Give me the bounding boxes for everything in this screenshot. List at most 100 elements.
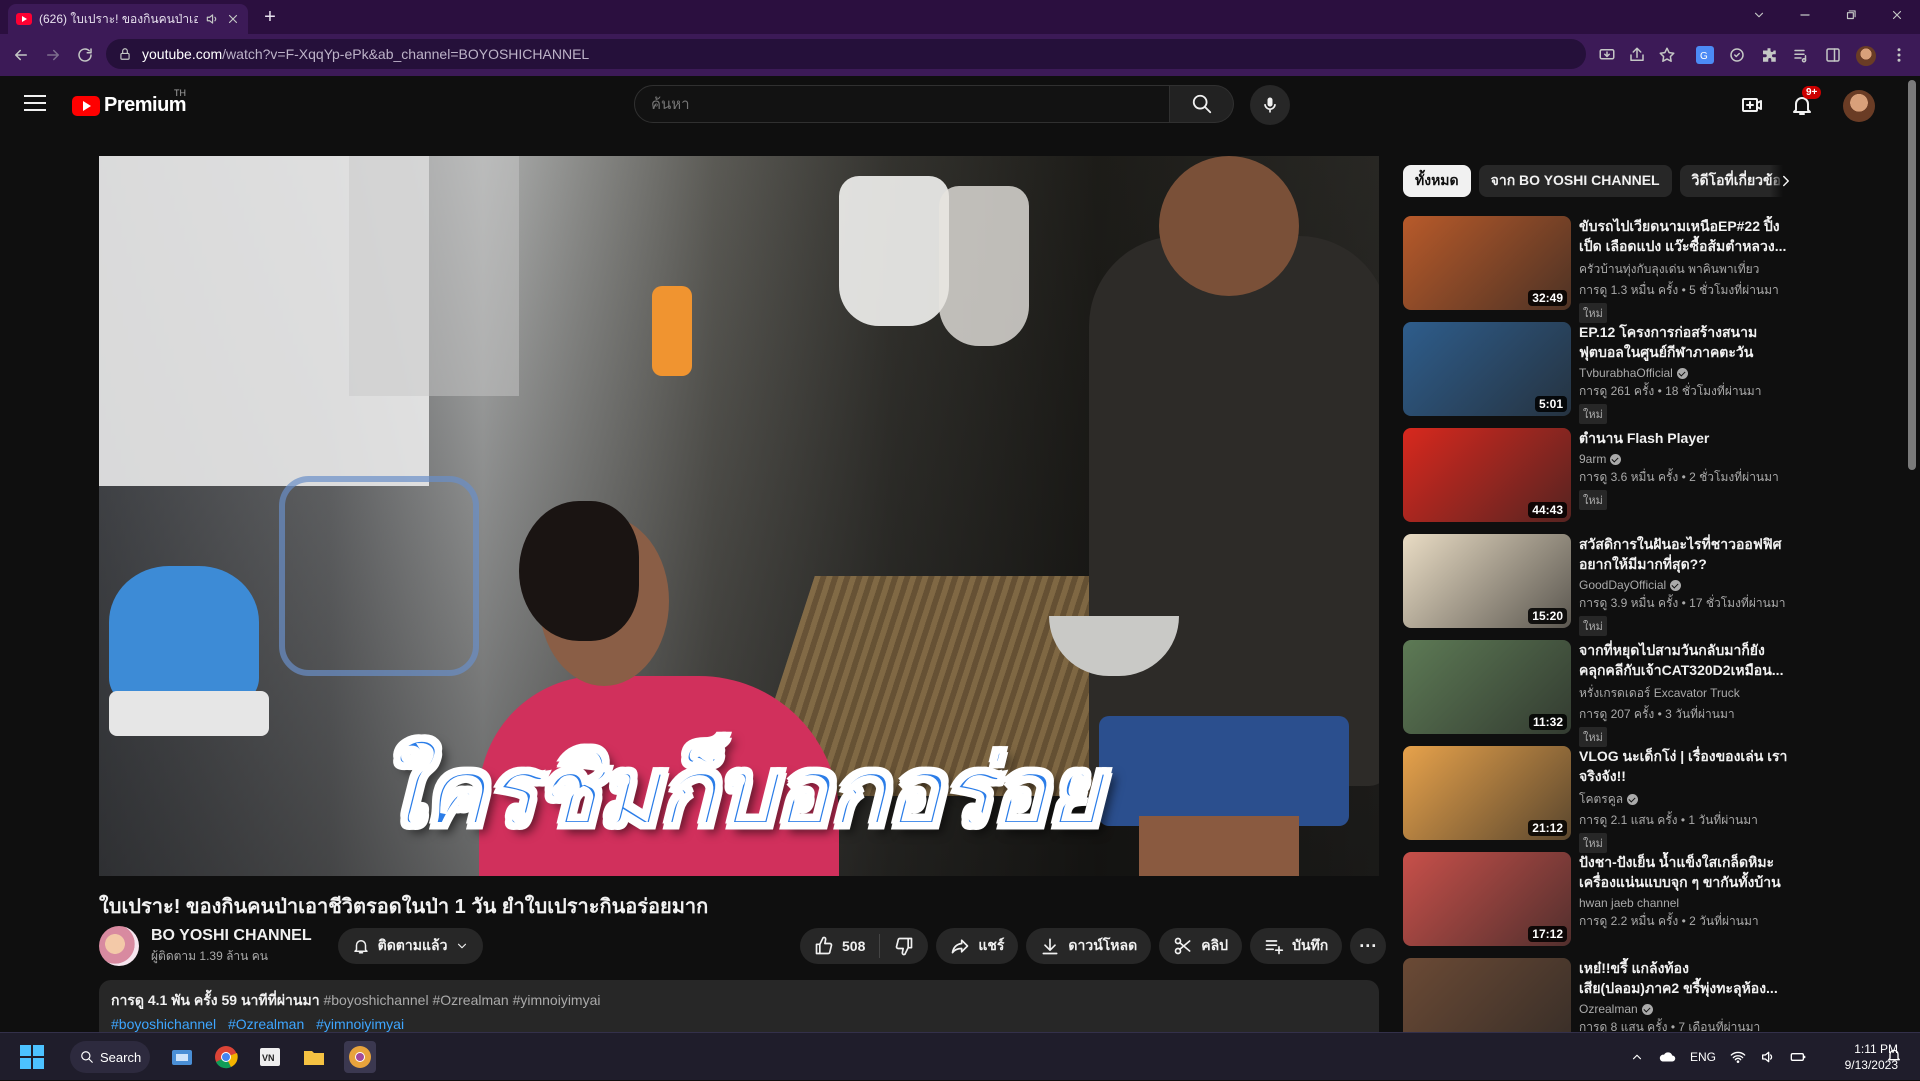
address-bar[interactable]: youtube.com/watch?v=F-XqqYp-ePk&ab_chann… <box>106 39 1586 69</box>
chevron-up-icon[interactable] <box>1630 1050 1644 1064</box>
recommendation-title[interactable]: ขับรถไปเวียดนามเหนือEP#22 ปิ้งเป็ด เลือด… <box>1579 216 1789 256</box>
side-panel-icon[interactable] <box>1824 46 1842 64</box>
reload-button[interactable] <box>74 44 96 66</box>
media-control-icon[interactable] <box>1792 46 1810 64</box>
download-button[interactable]: ดาวน์โหลด <box>1026 928 1152 964</box>
recommendations-list: 32:49 ขับรถไปเวียดนามเหนือEP#22 ปิ้งเป็ด … <box>1403 216 1803 1064</box>
video-thumbnail[interactable]: 5:01 <box>1403 322 1571 416</box>
video-duration: 32:49 <box>1528 290 1567 306</box>
volume-icon[interactable] <box>1760 1049 1776 1065</box>
restore-button[interactable] <box>1828 0 1874 30</box>
forward-button[interactable] <box>42 44 64 66</box>
hamburger-menu-icon[interactable] <box>24 94 46 112</box>
hashtag-link[interactable]: #boyoshichannel <box>111 1016 216 1032</box>
taskbar-search[interactable]: Search <box>70 1041 150 1073</box>
channel-owner-row: BO YOSHI CHANNEL ผู้ติดตาม 1.39 ล้าน คน … <box>99 926 484 966</box>
video-thumbnail[interactable]: 32:49 <box>1403 216 1571 310</box>
recommendation-channel[interactable]: hwan jaeb channel <box>1579 896 1789 910</box>
recommendation-title[interactable]: EP.12 โครงการก่อสร้างสนามฟุตบอลในศูนย์กี… <box>1579 322 1789 362</box>
recommendation-channel[interactable]: GoodDayOfficial <box>1579 578 1789 592</box>
browser-tab[interactable]: (626) ใบเปราะ! ของกินคนป่าเอาชีวิ <box>8 4 248 34</box>
video-thumbnail[interactable]: 21:12 <box>1403 746 1571 840</box>
file-explorer-app-icon[interactable] <box>298 1041 330 1073</box>
search-button[interactable] <box>1170 85 1234 123</box>
recommendation-title[interactable]: สวัสดิการในฝันอะไรที่ชาวออฟฟิศอยากให้มีม… <box>1579 534 1789 574</box>
chevron-right-icon[interactable] <box>1770 165 1802 197</box>
store-app-icon[interactable] <box>166 1041 198 1073</box>
recommendation-channel[interactable]: 9arm <box>1579 452 1789 466</box>
clip-button[interactable]: คลิป <box>1159 928 1243 964</box>
recommendation-item[interactable]: 17:12 ปังชา-ปังเย็น น้ำแข็งใสเกล็ดหิมะ เค… <box>1403 852 1803 950</box>
recommendation-item[interactable]: 11:32 จากที่หยุดไปสามวันกลับมาก็ยังคลุกคล… <box>1403 640 1803 747</box>
like-button[interactable]: 508 <box>800 934 881 958</box>
extension-icon[interactable] <box>1728 46 1746 64</box>
recommendation-channel[interactable]: โคตรคูล <box>1579 790 1789 809</box>
video-thumbnail[interactable]: 11:32 <box>1403 640 1571 734</box>
description-box[interactable]: การดู 4.1 พัน ครั้ง 59 นาทีที่ผ่านมา #bo… <box>99 980 1379 1032</box>
video-thumbnail[interactable]: 15:20 <box>1403 534 1571 628</box>
recommendation-title[interactable]: เหย๋!!ขรี้ แกล้งท้องเสีย(ปลอม)ภาค2 ขรี้พ… <box>1579 958 1789 998</box>
youtube-premium-logo[interactable]: Premium TH <box>72 88 187 117</box>
onedrive-icon[interactable] <box>1658 1048 1676 1066</box>
video-thumbnail[interactable]: 17:12 <box>1403 852 1571 946</box>
browser-menu-icon[interactable] <box>1890 46 1908 64</box>
battery-icon[interactable] <box>1790 1049 1806 1065</box>
recommendation-item[interactable]: 5:01 EP.12 โครงการก่อสร้างสนามฟุตบอลในศูน… <box>1403 322 1803 424</box>
close-tab-icon[interactable] <box>226 12 240 26</box>
share-button[interactable]: แชร์ <box>936 928 1019 964</box>
speaker-icon[interactable] <box>205 12 219 26</box>
lock-icon[interactable] <box>118 47 132 61</box>
recommendation-item[interactable]: 44:43 ตำนาน Flash Player 9arm การดู 3.6 หมื… <box>1403 428 1803 526</box>
media-player-app-icon[interactable]: VN <box>254 1041 286 1073</box>
system-tray: ENG <box>1630 1033 1806 1081</box>
recommendation-item[interactable]: 32:49 ขับรถไปเวียดนามเหนือEP#22 ปิ้งเป็ด … <box>1403 216 1803 323</box>
recommendation-item[interactable]: 21:12 VLOG นะเด็กโง่ | เรื่องของเล่น เราจ… <box>1403 746 1803 853</box>
minimize-button[interactable] <box>1782 0 1828 30</box>
channel-avatar[interactable] <box>99 926 139 966</box>
save-button[interactable]: บันทึก <box>1250 928 1343 964</box>
chrome-app-icon[interactable] <box>210 1041 242 1073</box>
back-button[interactable] <box>10 44 32 66</box>
search-input[interactable] <box>634 85 1170 123</box>
voice-search-button[interactable] <box>1250 85 1290 125</box>
puzzle-extensions-icon[interactable] <box>1760 46 1778 64</box>
more-actions-button[interactable]: ··· <box>1350 928 1387 964</box>
dislike-button[interactable] <box>880 936 928 956</box>
chip-all[interactable]: ทั้งหมด <box>1403 165 1471 197</box>
recommendation-channel[interactable]: TvburabhaOfficial <box>1579 366 1789 380</box>
video-player[interactable]: ใครชิมก็บอกอร่อย <box>99 156 1379 876</box>
recommendation-title[interactable]: ตำนาน Flash Player <box>1579 428 1789 448</box>
video-thumbnail[interactable]: 44:43 <box>1403 428 1571 522</box>
chrome-canary-app-icon[interactable] <box>344 1041 376 1073</box>
recommendation-title[interactable]: จากที่หยุดไปสามวันกลับมาก็ยังคลุกคลีกับเ… <box>1579 640 1789 680</box>
hashtag-link[interactable]: #Ozrealman <box>228 1016 304 1032</box>
share-page-icon[interactable] <box>1628 46 1646 64</box>
chip-from-channel[interactable]: จาก BO YOSHI CHANNEL <box>1478 165 1672 197</box>
translate-extension-icon[interactable]: G <box>1696 46 1714 64</box>
account-avatar[interactable] <box>1843 90 1875 122</box>
new-tab-button[interactable]: + <box>258 6 282 30</box>
tab-search-icon[interactable] <box>1736 0 1782 30</box>
search-box <box>634 85 1234 123</box>
bookmark-star-icon[interactable] <box>1658 46 1676 64</box>
close-window-button[interactable] <box>1874 0 1920 30</box>
recommendation-title[interactable]: ปังชา-ปังเย็น น้ำแข็งใสเกล็ดหิมะ เครื่อง… <box>1579 852 1789 892</box>
hashtag-link[interactable]: #yimnoiyimyai <box>316 1016 404 1032</box>
recommendation-item[interactable]: 15:20 สวัสดิการในฝันอะไรที่ชาวออฟฟิศอยากใ… <box>1403 534 1803 636</box>
new-badge: ใหม่ <box>1579 727 1607 747</box>
install-app-icon[interactable] <box>1598 46 1616 64</box>
recommendation-channel[interactable]: Ozrealman <box>1579 1002 1789 1016</box>
language-indicator[interactable]: ENG <box>1690 1050 1716 1064</box>
recommendation-channel[interactable]: ครัวบ้านทุ่งกับลุงเด่น พาคินพาเที่ยว <box>1579 260 1789 279</box>
profile-avatar-icon[interactable] <box>1856 46 1876 66</box>
page-scrollbar[interactable] <box>1908 80 1916 470</box>
url-text[interactable]: youtube.com/watch?v=F-XqqYp-ePk&ab_chann… <box>142 46 589 62</box>
subscribed-button[interactable]: ติดตามแล้ว <box>337 928 484 964</box>
channel-name[interactable]: BO YOSHI CHANNEL <box>151 927 312 945</box>
wifi-icon[interactable] <box>1730 1049 1746 1065</box>
recommendation-channel[interactable]: หรั่งเกรดเดอร์ Excavator Truck <box>1579 684 1789 703</box>
notification-center-icon[interactable] <box>1886 1047 1902 1063</box>
create-video-icon[interactable] <box>1740 93 1764 117</box>
recommendation-title[interactable]: VLOG นะเด็กโง่ | เรื่องของเล่น เราจริงจั… <box>1579 746 1789 786</box>
windows-start-icon[interactable] <box>20 1045 44 1069</box>
